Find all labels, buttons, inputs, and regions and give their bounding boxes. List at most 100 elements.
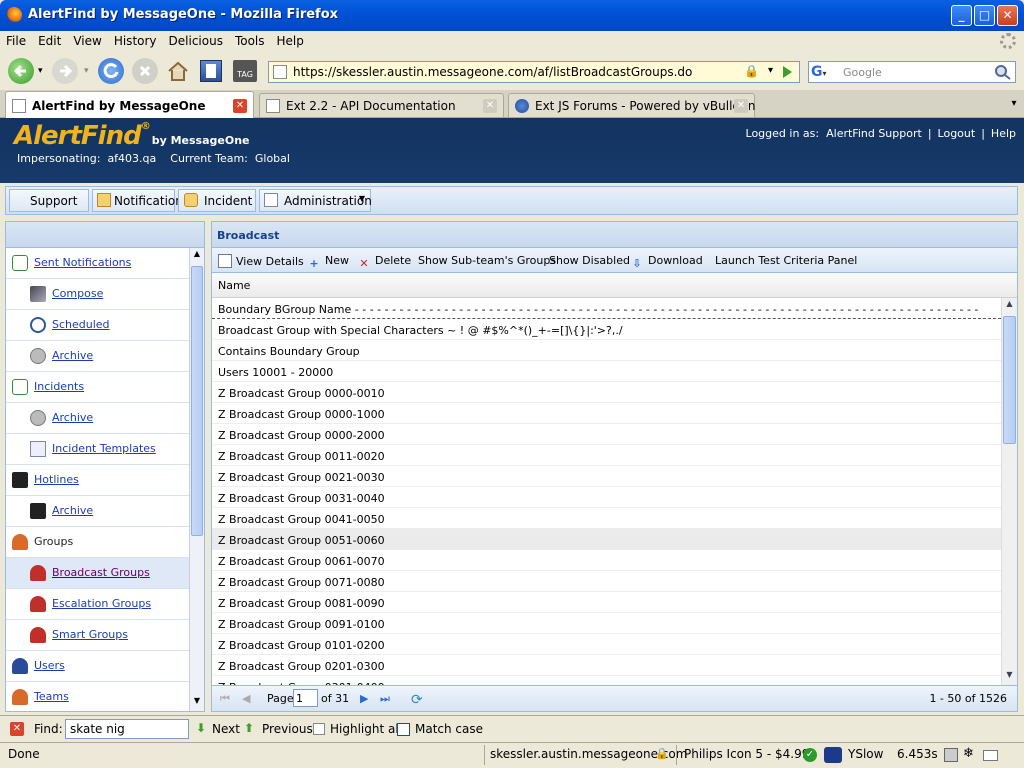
menu-delicious[interactable]: Delicious — [163, 31, 229, 48]
nav-item-label[interactable]: Users — [34, 659, 65, 672]
next-page-icon[interactable]: ▶ — [360, 692, 374, 706]
home-button[interactable] — [166, 59, 190, 83]
nav-item-archive[interactable]: Archive — [6, 496, 190, 527]
table-row[interactable]: Z Broadcast Group 0051-0060 — [212, 529, 1001, 550]
table-row[interactable]: Z Broadcast Group 0201-0300 — [212, 655, 1001, 676]
back-dropdown-icon[interactable]: ▾ — [38, 66, 43, 76]
download-button[interactable]: ⇩ Download — [630, 254, 702, 271]
table-row[interactable]: Z Broadcast Group 0000-0010 — [212, 382, 1001, 403]
view-details-button[interactable]: View Details — [218, 254, 304, 268]
reload-button[interactable] — [98, 58, 124, 84]
minimize-button[interactable]: _ — [951, 5, 972, 26]
nav-item-scheduled[interactable]: Scheduled — [6, 310, 190, 341]
find-next-button[interactable]: Next — [212, 722, 240, 736]
nav-item-label[interactable]: Escalation Groups — [52, 597, 151, 610]
window-title-bar[interactable]: AlertFind by MessageOne - Mozilla Firefo… — [0, 0, 1024, 31]
first-page-icon[interactable]: ⏮ — [220, 692, 234, 706]
nav-item-label[interactable]: Compose — [52, 287, 103, 300]
search-box[interactable]: G▾ Google — [808, 61, 1016, 83]
table-row[interactable]: Users 10001 - 20000 — [212, 361, 1001, 382]
nav-item-escalation-groups[interactable]: Escalation Groups — [6, 589, 190, 620]
status-ticker[interactable]: Philips Icon 5 - $4.99 — [684, 747, 809, 761]
new-button[interactable]: + New — [307, 254, 349, 271]
logged-in-user[interactable]: AlertFind Support — [826, 127, 922, 140]
tab-alertfind[interactable]: AlertFind by MessageOne ✕ — [5, 91, 254, 118]
table-row[interactable]: Z Broadcast Group 0071-0080 — [212, 571, 1001, 592]
close-tab-icon[interactable]: ✕ — [483, 99, 497, 113]
nav-item-teams[interactable]: Teams — [6, 682, 190, 711]
scroll-down-icon[interactable]: ▼ — [1003, 670, 1016, 684]
table-row[interactable]: Contains Boundary Group — [212, 340, 1001, 361]
table-row[interactable]: Z Broadcast Group 0081-0090 — [212, 592, 1001, 613]
grid-scroll-thumb[interactable] — [1003, 316, 1016, 444]
nav-item-users[interactable]: Users — [6, 651, 190, 682]
go-arrow-icon[interactable] — [779, 64, 795, 80]
nav-item-broadcast-groups[interactable]: Broadcast Groups — [6, 558, 190, 589]
table-row[interactable]: Z Broadcast Group 0031-0040 — [212, 487, 1001, 508]
grid-icon[interactable] — [944, 748, 958, 762]
tag-button[interactable]: TAG — [233, 60, 257, 82]
table-row[interactable]: Broadcast Group with Special Characters … — [212, 319, 1001, 340]
find-previous-button[interactable]: Previous — [262, 722, 313, 736]
lock-icon[interactable]: 🔒 — [655, 747, 669, 760]
menu-view[interactable]: View — [67, 31, 107, 48]
show-disabled-button[interactable]: Show Disabled — [549, 254, 630, 267]
nav-item-archive[interactable]: Archive — [6, 403, 190, 434]
table-row[interactable]: Z Broadcast Group 0041-0050 — [212, 508, 1001, 529]
page-number-input[interactable]: 1 — [293, 689, 318, 707]
nav-item-incidents[interactable]: Incidents — [6, 372, 190, 403]
url-dropdown-icon[interactable]: ▾ — [768, 65, 773, 76]
refresh-icon[interactable]: ⟳ — [411, 692, 425, 708]
nav-item-label[interactable]: Broadcast Groups — [52, 566, 150, 579]
grid-scrollbar[interactable]: ▲ ▼ — [1001, 298, 1017, 685]
url-text[interactable]: https://skessler.austin.messageone.com/a… — [293, 65, 692, 79]
nav-item-label[interactable]: Teams — [34, 690, 69, 703]
nav-item-label[interactable]: Sent Notifications — [34, 256, 131, 269]
nav-item-archive[interactable]: Archive — [6, 341, 190, 372]
menu-tools[interactable]: Tools — [229, 31, 271, 48]
column-name[interactable]: Name — [218, 279, 250, 292]
close-tab-icon[interactable]: ✕ — [734, 99, 748, 113]
table-row[interactable]: Z Broadcast Group 0021-0030 — [212, 466, 1001, 487]
scroll-up-icon[interactable]: ▲ — [191, 249, 203, 263]
close-find-icon[interactable]: ✕ — [10, 722, 24, 736]
forward-button[interactable] — [52, 58, 78, 84]
nav-item-label[interactable]: Smart Groups — [52, 628, 128, 641]
notification-button[interactable]: Notification — [92, 189, 183, 212]
match-case-checkbox[interactable] — [397, 723, 410, 736]
table-row[interactable]: Z Broadcast Group 0061-0070 — [212, 550, 1001, 571]
nav-item-smart-groups[interactable]: Smart Groups — [6, 620, 190, 651]
logout-link[interactable]: Logout — [938, 127, 976, 140]
close-window-button[interactable]: ✕ — [997, 5, 1018, 26]
nav-item-label[interactable]: Hotlines — [34, 473, 79, 486]
nav-item-hotlines[interactable]: Hotlines — [6, 465, 190, 496]
nav-item-label[interactable]: Archive — [52, 349, 93, 362]
scroll-down-icon[interactable]: ▼ — [191, 696, 203, 710]
tab-ext-forums[interactable]: Ext JS Forums - Powered by vBulletin ✕ — [508, 93, 755, 117]
nav-item-label[interactable]: Incidents — [34, 380, 84, 393]
delete-button[interactable]: ✕ Delete — [357, 254, 411, 271]
back-button[interactable] — [8, 58, 34, 84]
menu-file[interactable]: File — [0, 31, 32, 48]
table-row[interactable]: Z Broadcast Group 0301-0400 — [212, 676, 1001, 685]
highlight-all-button[interactable]: Highlight all — [330, 722, 402, 736]
scroll-up-icon[interactable]: ▲ — [1003, 299, 1016, 313]
nav-item-incident-templates[interactable]: Incident Templates — [6, 434, 190, 465]
find-input[interactable]: skate nig — [65, 719, 189, 739]
show-subteams-button[interactable]: Show Sub-team's Groups — [418, 254, 556, 267]
administration-menu-button[interactable]: Administration ▼ — [259, 189, 372, 212]
tab-list-dropdown-icon[interactable]: ▾ — [1004, 90, 1024, 117]
close-tab-icon[interactable]: ✕ — [233, 99, 247, 113]
support-button[interactable]: Support — [9, 189, 89, 212]
snowflake-icon[interactable]: ❄ — [963, 746, 974, 761]
prev-page-icon[interactable]: ◀ — [242, 692, 256, 706]
tab-ext-api[interactable]: Ext 2.2 - API Documentation ✕ — [259, 93, 504, 117]
nav-item-groups[interactable]: Groups — [6, 527, 190, 558]
address-bar[interactable]: https://skessler.austin.messageone.com/a… — [268, 61, 800, 83]
stop-button[interactable] — [132, 58, 158, 84]
nav-scrollbar[interactable]: ▲ ▼ — [189, 248, 204, 711]
table-row[interactable]: Z Broadcast Group 0101-0200 — [212, 634, 1001, 655]
incident-button[interactable]: Incident — [178, 189, 256, 212]
table-row[interactable]: Z Broadcast Group 0000-2000 — [212, 424, 1001, 445]
menu-help[interactable]: Help — [271, 31, 310, 48]
